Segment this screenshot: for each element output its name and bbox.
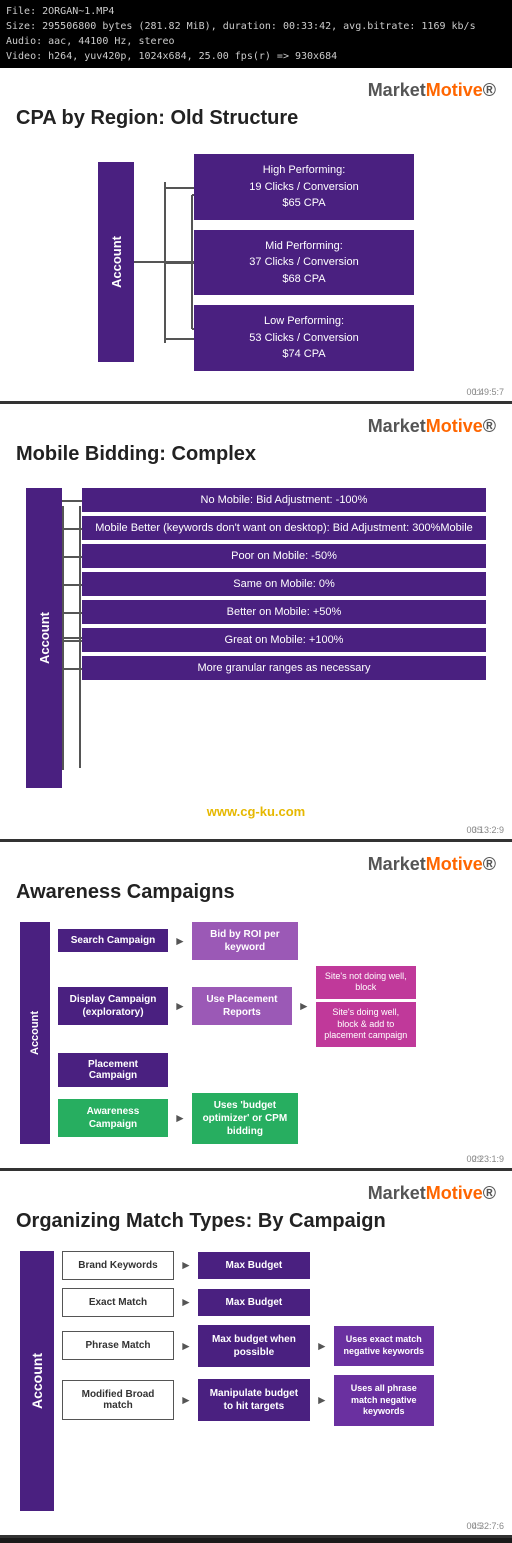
logo-1: MarketMotive® — [16, 80, 496, 101]
m-exact-match: Exact Match — [62, 1288, 174, 1317]
logo-text-1: MarketMotive® — [368, 80, 496, 100]
m-arrow-1: ► — [180, 1258, 192, 1272]
mobile-item-0: No Mobile: Bid Adjustment: -100% — [82, 488, 486, 512]
slide3-timecode: 00:23:1:9 — [466, 1154, 504, 1164]
logo-text-3: MarketMotive® — [368, 854, 496, 874]
aw-placement-campaign: Placement Campaign — [58, 1053, 168, 1087]
m-manipulate-budget: Manipulate budget to hit targets — [198, 1379, 310, 1421]
slide-3: MarketMotive® Awareness Campaigns Accoun… — [0, 842, 512, 1171]
mobile-item-3: Same on Mobile: 0% — [82, 572, 486, 596]
m-phrase-neg-kw: Uses all phrase match negative keywords — [334, 1375, 434, 1426]
m-max-budget-possible: Max budget when possible — [198, 1325, 310, 1367]
aw-budget-optimizer: Uses 'budget optimizer' or CPM bidding — [192, 1093, 298, 1144]
awareness-account-bar: Account — [20, 922, 50, 1144]
aw-search-campaign: Search Campaign — [58, 929, 168, 952]
aw-display-campaign: Display Campaign (exploratory) — [58, 987, 168, 1025]
match-row-3: Phrase Match ► Max budget when possible … — [62, 1325, 492, 1367]
logo-2: MarketMotive® — [16, 416, 496, 437]
mobile-account-bar: Account — [26, 488, 62, 788]
m-arrow-2: ► — [180, 1295, 192, 1309]
match-account-bar: Account — [20, 1251, 54, 1511]
m-brand-kw: Brand Keywords — [62, 1251, 174, 1280]
m-arrow-3: ► — [180, 1339, 192, 1353]
video-info-line3: Audio: aac, 44100 Hz, stereo — [6, 34, 506, 49]
slide4-title: Organizing Match Types: By Campaign — [16, 1210, 496, 1233]
aw-bid-roi: Bid by ROI per keyword — [192, 922, 298, 960]
match-row-1: Brand Keywords ► Max Budget — [62, 1251, 492, 1280]
awareness-account-label: Account — [29, 1011, 41, 1055]
cpa-diagram: Account High Performing:19 Clicks / Conv… — [16, 144, 496, 381]
awareness-row-3: Placement Campaign — [58, 1053, 492, 1087]
mobile-item-2: Poor on Mobile: -50% — [82, 544, 486, 568]
logo-text-4: MarketMotive® — [368, 1183, 496, 1203]
slide2-title: Mobile Bidding: Complex — [16, 443, 496, 466]
awareness-rows: Search Campaign ► Bid by ROI per keyword… — [50, 922, 492, 1144]
slide1-title: CPA by Region: Old Structure — [16, 107, 496, 130]
m-max-budget-2: Max Budget — [198, 1289, 310, 1316]
slide4-timecode: 00:32:7:6 — [466, 1521, 504, 1531]
aw-site-block: Site's not doing well, block — [316, 966, 416, 999]
cpa-box-mid: Mid Performing:37 Clicks / Conversion$68… — [194, 230, 414, 296]
awareness-row-4: Awareness Campaign ► Uses 'budget optimi… — [58, 1093, 492, 1144]
mobile-item-5: Great on Mobile: +100% — [82, 628, 486, 652]
match-account-label: Account — [29, 1353, 45, 1409]
mobile-item-4: Better on Mobile: +50% — [82, 600, 486, 624]
match-rows: Brand Keywords ► Max Budget Exact Match … — [54, 1251, 492, 1511]
logo-3: MarketMotive® — [16, 854, 496, 875]
aw-right-options: Site's not doing well, block Site's doin… — [316, 966, 416, 1047]
aw-arrow-3: ► — [298, 999, 310, 1013]
mobile-items-list: No Mobile: Bid Adjustment: -100% Mobile … — [82, 488, 486, 788]
aw-site-add: Site's doing well, block & add to placem… — [316, 1002, 416, 1047]
m-exact-neg-kw: Uses exact match negative keywords — [334, 1326, 434, 1365]
logo-text-2: MarketMotive® — [368, 416, 496, 436]
awareness-row-2: Display Campaign (exploratory) ► Use Pla… — [58, 966, 492, 1047]
slide-1: MarketMotive® CPA by Region: Old Structu… — [0, 68, 512, 404]
m-arrow-4: ► — [180, 1393, 192, 1407]
slide3-title: Awareness Campaigns — [16, 881, 496, 904]
watermark: www.cg-ku.com — [16, 804, 496, 819]
mobile-account-label: Account — [37, 612, 52, 664]
aw-awareness-campaign: Awareness Campaign — [58, 1099, 168, 1137]
awareness-diagram: Account Search Campaign ► Bid by ROI per… — [16, 918, 496, 1148]
awareness-row-1: Search Campaign ► Bid by ROI per keyword — [58, 922, 492, 960]
video-info-line1: File: 2ORGAN~1.MP4 — [6, 4, 506, 19]
aw-arrow-4: ► — [174, 1111, 186, 1125]
cpa-account-label: Account — [109, 236, 124, 288]
logo-4: MarketMotive® — [16, 1183, 496, 1204]
match-row-2: Exact Match ► Max Budget — [62, 1288, 492, 1317]
cpa-box-high: High Performing:19 Clicks / Conversion$6… — [194, 154, 414, 220]
m-modified-broad: Modified Broad match — [62, 1380, 174, 1420]
video-info-line2: Size: 295506800 bytes (281.82 MiB), dura… — [6, 19, 506, 34]
mobile-connector-svg — [62, 488, 82, 788]
slide2-timecode: 00:13:2:9 — [466, 825, 504, 835]
cpa-boxes: High Performing:19 Clicks / Conversion$6… — [194, 154, 414, 371]
mobile-diagram: Account No Mobile: Bid Adjustment: -100%… — [16, 480, 496, 796]
cpa-account-bar: Account — [98, 162, 134, 362]
mobile-item-6: More granular ranges as necessary — [82, 656, 486, 680]
m-phrase-match: Phrase Match — [62, 1331, 174, 1360]
aw-arrow-1: ► — [174, 934, 186, 948]
slide-2: MarketMotive® Mobile Bidding: Complex Ac… — [0, 404, 512, 842]
m-max-budget-1: Max Budget — [198, 1252, 310, 1279]
m-arrow-3b: ► — [316, 1339, 328, 1353]
aw-arrow-2: ► — [174, 999, 186, 1013]
m-arrow-4b: ► — [316, 1393, 328, 1407]
aw-placement-reports: Use Placement Reports — [192, 987, 292, 1025]
match-row-4: Modified Broad match ► Manipulate budget… — [62, 1375, 492, 1426]
video-info-bar: File: 2ORGAN~1.MP4 Size: 295506800 bytes… — [0, 0, 512, 68]
match-diagram: Account Brand Keywords ► Max Budget Exac… — [16, 1247, 496, 1515]
mobile-item-1: Mobile Better (keywords don't want on de… — [82, 516, 486, 540]
cpa-box-low: Low Performing:53 Clicks / Conversion$74… — [194, 305, 414, 371]
video-info-line4: Video: h264, yuv420p, 1024x684, 25.00 fp… — [6, 49, 506, 64]
slide-4: MarketMotive® Organizing Match Types: By… — [0, 1171, 512, 1538]
slide1-timecode: 00:49:5:7 — [466, 387, 504, 397]
